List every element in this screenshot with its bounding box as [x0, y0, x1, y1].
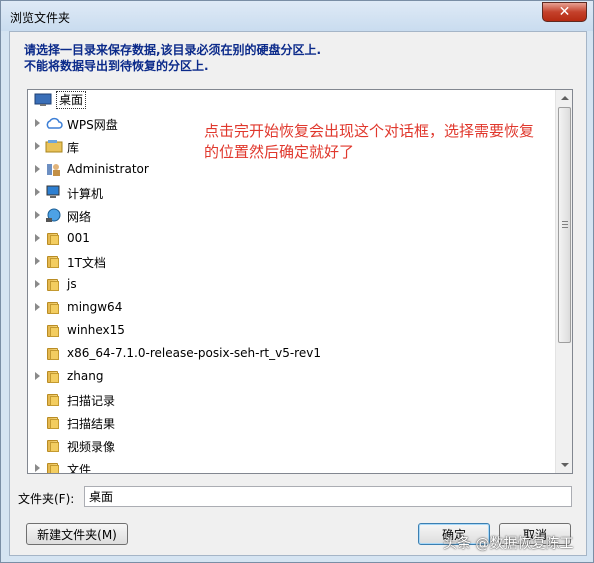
folder-icon: [45, 437, 63, 453]
tree-item-label: winhex15: [67, 323, 125, 337]
scroll-down-icon[interactable]: [561, 463, 569, 467]
folder-icon: [45, 414, 63, 430]
tree-item-label: js: [67, 277, 77, 291]
folder-icon: [45, 460, 63, 473]
tree-item[interactable]: mingw64: [28, 296, 556, 319]
folder-front-shape: [50, 304, 59, 314]
folder-front-shape: [50, 419, 59, 429]
new-folder-button[interactable]: 新建文件夹(M): [26, 523, 128, 545]
expand-arrow-icon[interactable]: [35, 165, 40, 173]
tree-item[interactable]: winhex15: [28, 319, 556, 342]
instruction-text: 请选择一目录来保存数据,该目录必须在别的硬盘分区上. 不能将数据导出到待恢复的分…: [24, 42, 564, 74]
tree-item[interactable]: 计算机: [28, 181, 556, 204]
scroll-up-icon[interactable]: [561, 96, 569, 100]
tree-item-label: Administrator: [67, 162, 149, 176]
close-icon: ✕: [558, 4, 571, 20]
folder-input[interactable]: [84, 486, 572, 507]
folder-front-shape: [50, 258, 59, 268]
expand-arrow-icon[interactable]: [35, 257, 40, 265]
folder-icon: [45, 230, 63, 246]
expand-arrow-icon[interactable]: [35, 372, 40, 380]
tree-item-label: x86_64-7.1.0-release-posix-seh-rt_v5-rev…: [67, 346, 321, 360]
annotation-note: 点击完开始恢复会出现这个对话框，选择需要恢复的位置然后确定就好了: [204, 122, 535, 161]
cloud-icon: [45, 115, 63, 131]
tree-item-label: 001: [67, 231, 90, 245]
folder-icon: [45, 276, 63, 292]
tree-item-label: 1T文档: [67, 256, 106, 270]
folder-front-shape: [50, 235, 59, 245]
tree-item[interactable]: 视频录像: [28, 434, 556, 457]
expand-arrow-icon[interactable]: [35, 303, 40, 311]
tree-item-label: 网络: [67, 210, 92, 224]
tree-item-label: 视频录像: [67, 440, 116, 454]
expand-arrow-icon[interactable]: [35, 234, 40, 242]
expand-arrow-icon[interactable]: [35, 188, 40, 196]
folder-icon: [45, 322, 63, 338]
close-button[interactable]: ✕: [542, 2, 587, 22]
expand-arrow-icon[interactable]: [35, 464, 40, 472]
tree-item[interactable]: 文件: [28, 457, 556, 474]
vertical-scrollbar[interactable]: [555, 90, 572, 473]
tree-item[interactable]: x86_64-7.1.0-release-posix-seh-rt_v5-rev…: [28, 342, 556, 365]
computer-icon: [45, 184, 63, 200]
folder-front-shape: [50, 465, 59, 473]
tree-item[interactable]: 001: [28, 227, 556, 250]
library-icon: [45, 138, 63, 154]
tree-item-label: mingw64: [67, 300, 123, 314]
tree-item[interactable]: js: [28, 273, 556, 296]
tree-item[interactable]: 扫描记录: [28, 388, 556, 411]
instruction-line-1: 请选择一目录来保存数据,该目录必须在别的硬盘分区上.: [24, 43, 322, 57]
folder-front-shape: [50, 442, 59, 452]
tree-item-label: WPS网盘: [67, 118, 118, 132]
tree-item[interactable]: 1T文档: [28, 250, 556, 273]
folder-front-shape: [50, 281, 59, 291]
tree-item-label: 扫描结果: [67, 417, 116, 431]
desktop-icon: [34, 92, 52, 108]
expand-arrow-icon[interactable]: [35, 280, 40, 288]
tree-item-label: 计算机: [67, 187, 104, 201]
grip-icon: [562, 221, 568, 228]
expand-arrow-icon[interactable]: [35, 211, 40, 219]
folder-icon: [45, 299, 63, 315]
tree-item[interactable]: 网络: [28, 204, 556, 227]
dialog-client-area: 请选择一目录来保存数据,该目录必须在别的硬盘分区上. 不能将数据导出到待恢复的分…: [9, 31, 587, 556]
tree-item-label: 文件: [67, 463, 92, 474]
folder-field-label: 文件夹(F):: [18, 492, 75, 506]
expand-arrow-icon[interactable]: [35, 119, 40, 127]
folder-icon: [45, 253, 63, 269]
tree-item-label: 扫描记录: [67, 394, 116, 408]
folder-front-shape: [50, 373, 59, 383]
folder-front-shape: [50, 327, 59, 337]
instruction-line-2: 不能将数据导出到待恢复的分区上.: [24, 59, 209, 73]
folder-icon: [45, 345, 63, 361]
title-bar[interactable]: 浏览文件夹 ✕: [1, 1, 593, 31]
folder-front-shape: [50, 350, 59, 360]
tree-item-label: 桌面: [56, 91, 87, 109]
folder-icon: [45, 391, 63, 407]
tree-item[interactable]: zhang: [28, 365, 556, 388]
folder-icon: [45, 368, 63, 384]
tree-item[interactable]: 扫描结果: [28, 411, 556, 434]
watermark: 头条 @数据恢复陈工: [443, 536, 574, 552]
expand-arrow-icon[interactable]: [35, 142, 40, 150]
user-icon: [45, 161, 63, 177]
scrollbar-thumb[interactable]: [558, 107, 571, 343]
tree-item-label: 库: [67, 141, 80, 155]
tree-item[interactable]: 桌面: [28, 90, 556, 112]
browse-folder-dialog: 浏览文件夹 ✕ 请选择一目录来保存数据,该目录必须在别的硬盘分区上. 不能将数据…: [0, 0, 594, 563]
network-icon: [45, 207, 63, 223]
window-title: 浏览文件夹: [10, 11, 71, 25]
folder-front-shape: [50, 396, 59, 406]
tree-item-label: zhang: [67, 369, 104, 383]
